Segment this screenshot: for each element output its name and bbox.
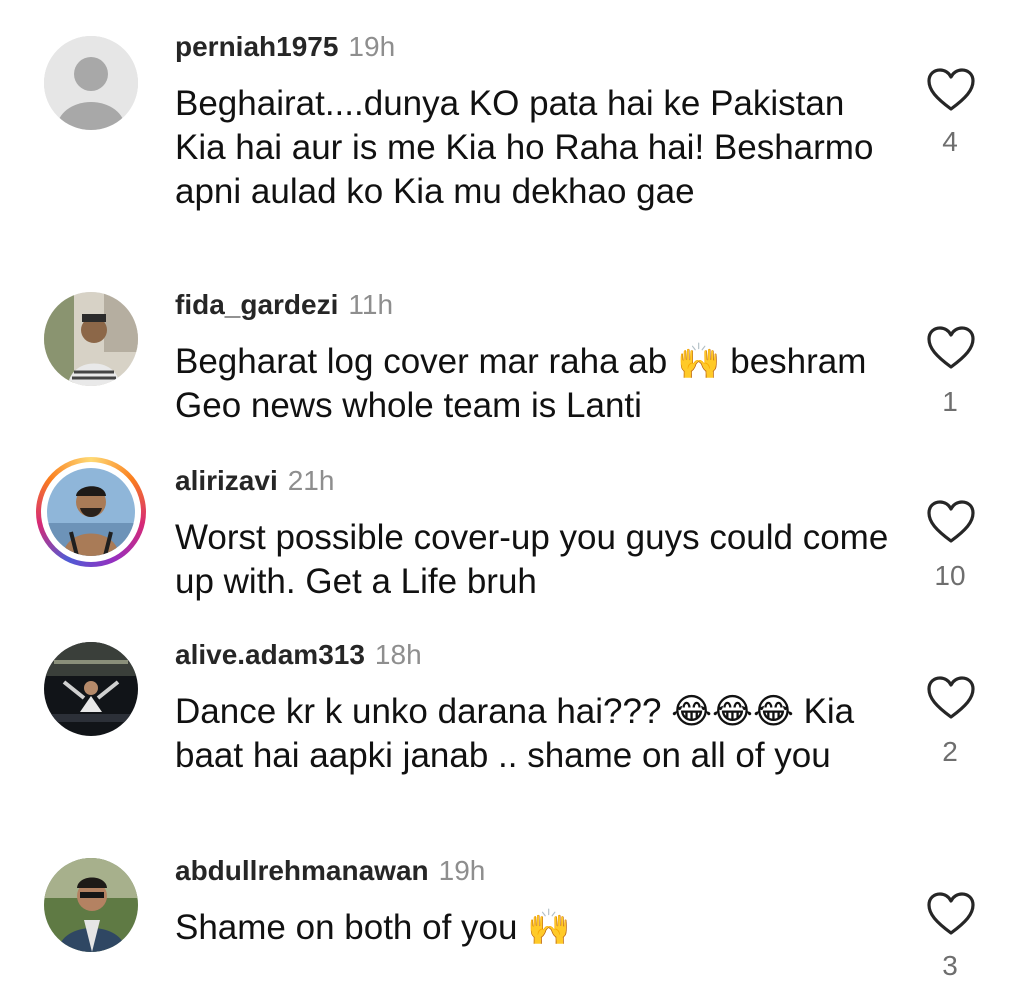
avatar[interactable] (44, 292, 138, 386)
avatar[interactable] (44, 642, 138, 736)
comment-username[interactable]: alive.adam313 (175, 639, 365, 670)
profile-photo (44, 292, 138, 386)
heart-outline-icon[interactable] (926, 500, 976, 544)
heart-outline-icon[interactable] (926, 676, 976, 720)
avatar[interactable] (44, 858, 138, 952)
comment-text: Begharat log cover mar raha ab 🙌 beshram… (175, 342, 867, 425)
comment-time: 19h (348, 31, 396, 62)
profile-photo (47, 468, 135, 556)
like-count: 1 (942, 386, 958, 417)
comment-time: 11h (348, 289, 394, 320)
comment-username[interactable]: perniah1975 (175, 31, 338, 62)
comment-time: 18h (374, 639, 422, 670)
heart-outline-icon[interactable] (926, 326, 976, 370)
comment-text: Beghairat....dunya KO pata hai ke Pakist… (175, 84, 874, 211)
heart-outline-icon[interactable] (926, 892, 976, 936)
profile-photo (44, 858, 138, 952)
comment-text: Worst possible cover-up you guys could c… (175, 518, 889, 601)
comment-time: 21h (287, 465, 335, 496)
comment-text: Shame on both of you 🙌 (175, 908, 571, 947)
avatar[interactable] (36, 457, 146, 567)
like-count: 10 (934, 560, 966, 591)
comment-username[interactable]: fida_gardezi (175, 289, 338, 320)
comment-username[interactable]: alirizavi (175, 465, 278, 496)
avatar[interactable] (44, 36, 138, 130)
profile-photo (44, 642, 138, 736)
like-count: 2 (942, 736, 958, 767)
heart-outline-icon[interactable] (926, 68, 976, 112)
comment-time: 19h (438, 855, 486, 886)
default-user-icon (44, 36, 138, 130)
comment-username[interactable]: abdullrehmanawan (175, 855, 429, 886)
like-count: 4 (942, 126, 958, 157)
comment-text: Dance kr k unko darana hai??? 😂😂😂 Kia ba… (175, 692, 855, 775)
like-count: 3 (942, 950, 958, 981)
